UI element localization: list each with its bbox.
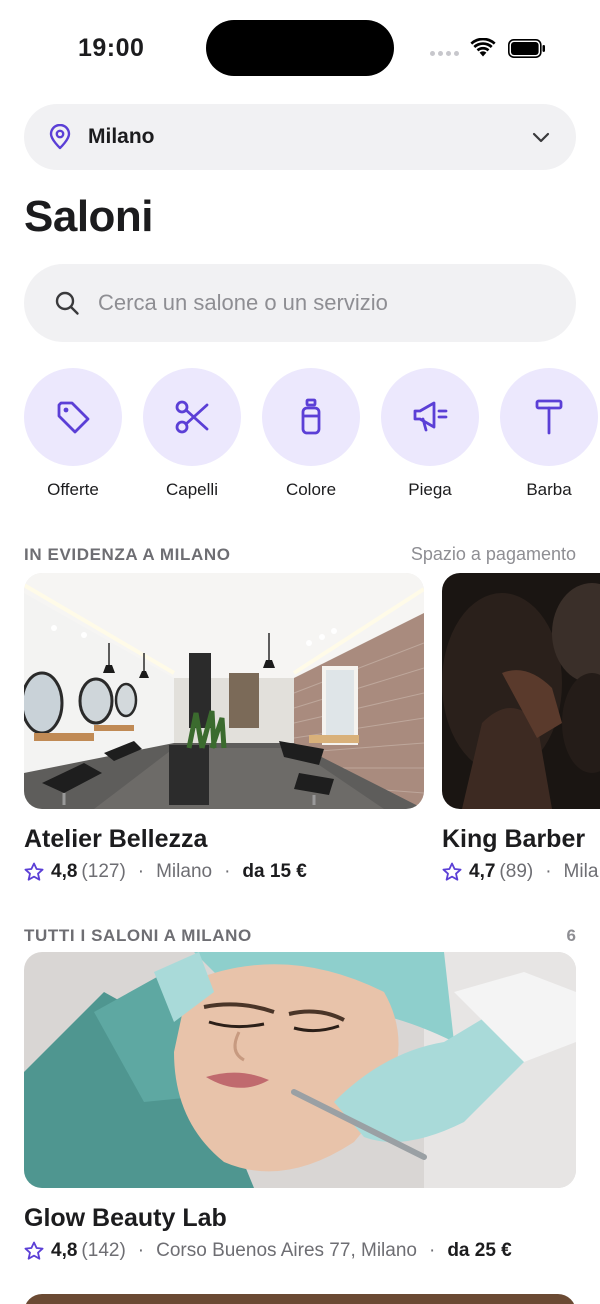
category-label: Colore: [285, 480, 337, 499]
rating-value: 4,7: [469, 861, 496, 882]
wifi-icon: [470, 38, 496, 57]
category-capelli-circle: [143, 368, 241, 466]
review-count: (127): [81, 861, 126, 882]
category-offerte-circle: [24, 368, 122, 466]
category-offerte[interactable]: Offerte: [24, 368, 122, 508]
star-icon: [24, 1241, 44, 1260]
salon-name[interactable]: Glow Beauty Lab: [24, 1204, 227, 1233]
review-count: (142): [81, 1240, 126, 1261]
salon-interior-photo: [24, 573, 424, 809]
meta-separator: ·: [137, 1240, 145, 1261]
all-salons-section-header: TUTTI I SALONI A MILANO 6: [24, 926, 576, 946]
scissors-icon: [175, 400, 209, 434]
bottle-icon: [301, 398, 321, 435]
category-barba-circle: [500, 368, 598, 466]
category-piega-circle: [381, 368, 479, 466]
search-icon: [55, 291, 79, 315]
star-icon: [24, 862, 44, 881]
rating-value: 4,8: [51, 1240, 78, 1261]
featured-salon-name[interactable]: King Barber: [442, 825, 585, 854]
featured-heading: IN EVIDENZA A MILANO: [24, 545, 231, 564]
all-salons-heading: TUTTI I SALONI A MILANO: [24, 926, 252, 945]
category-label: Offerte: [47, 480, 99, 499]
chevron-down-icon: [532, 132, 550, 143]
barber-photo: [442, 573, 600, 809]
star-icon: [442, 862, 462, 881]
category-barba[interactable]: Barba: [500, 368, 598, 508]
page-title: Saloni: [24, 192, 154, 241]
hairdryer-icon: [413, 401, 448, 432]
category-piega[interactable]: Piega: [381, 368, 479, 508]
category-colore-circle: [262, 368, 360, 466]
category-label: Capelli: [166, 480, 218, 499]
category-colore[interactable]: Colore: [262, 368, 360, 508]
location-pin-icon: [49, 124, 71, 150]
featured-salon-name[interactable]: Atelier Bellezza: [24, 825, 207, 854]
featured-card-image[interactable]: [24, 573, 424, 809]
tag-icon: [57, 401, 90, 434]
status-time: 19:00: [78, 34, 145, 62]
category-strip: Offerte Capelli Colore Piega Barba: [24, 368, 600, 508]
salon-count: 6: [566, 926, 576, 945]
search-placeholder: Cerca un salone o un servizio: [98, 290, 388, 315]
featured-section-header: IN EVIDENZA A MILANO Spazio a pagamento: [24, 544, 576, 565]
salon-city: Milano: [156, 861, 213, 882]
featured-salon-meta: 4,8 (127) · Milano · da 15 €: [24, 861, 307, 883]
dynamic-island: [206, 20, 394, 76]
featured-salon-meta: 4,7 (89) · Mila: [442, 861, 598, 883]
search-input[interactable]: Cerca un salone o un servizio: [24, 264, 576, 342]
razor-icon: [535, 399, 563, 435]
salon-meta: 4,8 (142) · Corso Buenos Aires 77, Milan…: [24, 1240, 512, 1262]
location-city: Milano: [88, 125, 155, 148]
sponsored-label: Spazio a pagamento: [410, 544, 576, 564]
salon-card-image[interactable]: [24, 1294, 576, 1304]
meta-separator: ·: [137, 861, 145, 882]
review-count: (89): [499, 861, 534, 882]
category-label: Barba: [526, 480, 572, 499]
salon-address: Corso Buenos Aires 77, Milano: [156, 1240, 417, 1261]
salon-card-image[interactable]: [24, 952, 576, 1188]
meta-separator: ·: [428, 1240, 436, 1261]
rating-value: 4,8: [51, 861, 78, 882]
status-bar: 19:00: [0, 0, 600, 96]
salon-city: Mila: [563, 861, 599, 882]
meta-separator: ·: [224, 861, 231, 882]
meta-separator: ·: [545, 861, 552, 882]
price-from: da 15 €: [242, 861, 307, 882]
category-capelli[interactable]: Capelli: [143, 368, 241, 508]
featured-card-image[interactable]: [442, 573, 600, 809]
facial-treatment-photo: [24, 952, 576, 1188]
category-label: Piega: [408, 480, 452, 499]
cellular-signal-icon: [430, 51, 459, 56]
price-from: da 25 €: [447, 1240, 512, 1261]
battery-icon: [508, 39, 545, 58]
location-selector[interactable]: Milano: [24, 104, 576, 170]
